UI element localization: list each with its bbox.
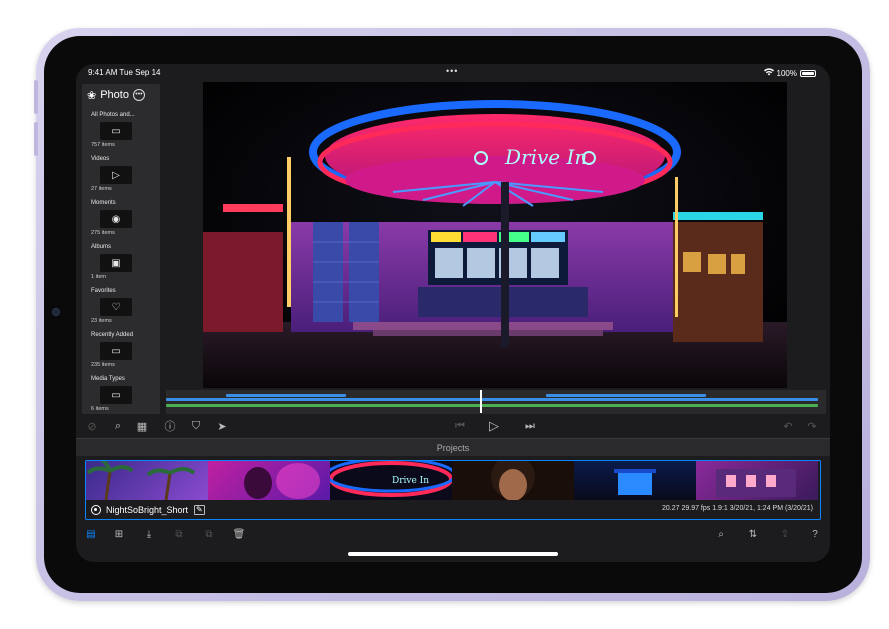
project-info-row: NightSoBright_Short ✎ 20.27 29.97 fps 1.… [86,501,819,519]
project-thumbnails: Drive In [86,461,819,500]
photos-flower-icon: ❀ [87,89,97,102]
folder-icon: ▭ [100,386,132,404]
sidebar-item[interactable]: Albums ▣ 1 item [82,240,160,284]
thumbnail-drive-in: Drive In [330,461,452,500]
multitasking-dots[interactable]: ••• [446,66,458,76]
video-track [166,398,818,401]
heart-icon: ♡ [100,298,132,316]
album-icon: ▣ [100,254,132,272]
undo-icon[interactable]: ↶ [780,418,796,434]
folder-icon: ▭ [100,122,132,140]
sidebar-header: ❀ Photo ••• [82,84,160,106]
sidebar-item-count: 1 item [91,274,106,280]
wifi-icon [763,68,774,78]
delete-icon[interactable]: 🗑 [232,527,246,541]
sidebar-item-count: 235 items [91,362,115,368]
export-icon[interactable]: ⇪ [778,527,792,541]
sidebar-item-label: Recently Added [91,332,134,338]
video-camera-icon: ▷ [100,166,132,184]
home-indicator[interactable] [348,552,558,556]
sidebar-item-label: Favorites [91,288,116,294]
transport-toolbar: ⊘ ⌕ ▦ ⓘ ⛉ ➤ ⏮ ▷ ⏭ ↶ ↷ [76,416,830,438]
overlay-track [546,394,706,397]
sidebar-item-count: 23 items [91,318,112,324]
sidebar-item-label: Moments [91,200,116,206]
thumbnail-building [696,461,818,500]
project-card[interactable]: Drive In NightSoBright_Short ✎ 20.27 29.… [85,460,821,520]
bottom-toolbar: ▤ ⊞ ⤓ ⧉ ⧉ 🗑 ⌕ ⇅ ⇪ ? [76,524,830,546]
status-time: 9:41 AM Tue Sep 14 [88,68,161,77]
sidebar-item[interactable]: Videos ▷ 27 items [82,152,160,196]
battery-percent: 100% [776,68,797,78]
redo-icon[interactable]: ↷ [804,418,820,434]
media-sidebar: ❀ Photo ••• All Photos and... ▭ 757 items V… [82,84,160,414]
more-options-icon[interactable]: ••• [132,89,145,101]
undo-circle-icon[interactable]: ⊘ [84,418,100,434]
sidebar-item[interactable]: Recently Added ▭ 235 items [82,328,160,372]
filter-icon[interactable]: ▦ [134,418,150,434]
screen: 9:41 AM Tue Sep 14 ••• 100% ❀ Photo ••• … [76,64,830,562]
add-project-icon[interactable]: ⊞ [112,527,126,541]
drive-in-sign-text: Drive In [504,145,587,169]
duplicate-icon[interactable]: ⧉ [172,527,186,541]
status-bar: 9:41 AM Tue Sep 14 ••• 100% [76,64,830,80]
drive-in-scene: Drive In [203,82,787,388]
sidebar-item-label: Videos [91,156,110,162]
audio-track [166,404,818,407]
sidebar-item-count: 27 items [91,186,112,192]
sidebar-title: Photo [100,89,129,101]
projects-header: Projects [76,438,830,456]
share-project-icon[interactable]: ⧉ [202,527,216,541]
front-camera [52,308,60,316]
sidebar-item[interactable]: Media Types ▭ 6 items [82,372,160,416]
overlay-track [226,394,346,397]
edit-project-icon[interactable]: ✎ [194,505,205,515]
previous-frame-icon[interactable]: ⏮ [452,418,468,434]
play-icon[interactable]: ▷ [486,418,502,434]
sidebar-item-count: 757 items [91,142,115,148]
info-icon[interactable]: ⓘ [162,418,178,434]
thumbnail-blue-light [574,461,696,500]
sidebar-item-label: Albums [91,244,112,250]
library-icon[interactable]: ▤ [84,527,98,541]
sidebar-list: All Photos and... ▭ 757 items Videos ▷ 27 ite… [82,108,160,416]
search-projects-icon[interactable]: ⌕ [714,527,728,541]
sidebar-item[interactable]: All Photos and... ▭ 757 items [82,108,160,152]
project-name: NightSoBright_Short [106,505,189,515]
status-right: 100% [763,68,816,78]
add-to-timeline-icon[interactable]: ➤ [214,418,230,434]
sidebar-item-count: 6 items [91,406,109,412]
folder-icon: ▭ [100,342,132,360]
search-icon[interactable]: ⌕ [110,418,126,434]
sidebar-item-label: All Photos and... [91,112,135,118]
thumbnail-portrait [208,461,330,500]
sidebar-item[interactable]: Favorites ♡ 23 items [82,284,160,328]
next-frame-icon[interactable]: ⏭ [522,418,538,434]
sidebar-item[interactable]: Moments ◉ 275 items [82,196,160,240]
svg-text:Drive In: Drive In [392,476,429,486]
help-icon[interactable]: ? [808,527,822,541]
battery-icon [800,69,816,77]
project-meta: 20.27 29.97 fps 1.9:1 3/20/21, 1:24 PM (… [662,505,813,512]
import-icon[interactable]: ⤓ [142,527,156,541]
project-select-radio[interactable] [91,505,101,515]
sort-icon[interactable]: ⇅ [746,527,760,541]
volume-down-button [34,122,38,156]
sidebar-item-label: Media Types [91,376,125,382]
volume-up-button [34,80,38,114]
playhead[interactable] [480,390,482,413]
favorite-shield-icon[interactable]: ⛉ [188,418,204,434]
thumbnail-palms [86,461,208,500]
photo-stack-icon: ◉ [100,210,132,228]
video-preview[interactable]: Drive In [203,82,787,388]
timeline-scrubber[interactable] [166,390,826,414]
sidebar-item-count: 275 items [91,230,115,236]
thumbnail-face [452,461,574,500]
